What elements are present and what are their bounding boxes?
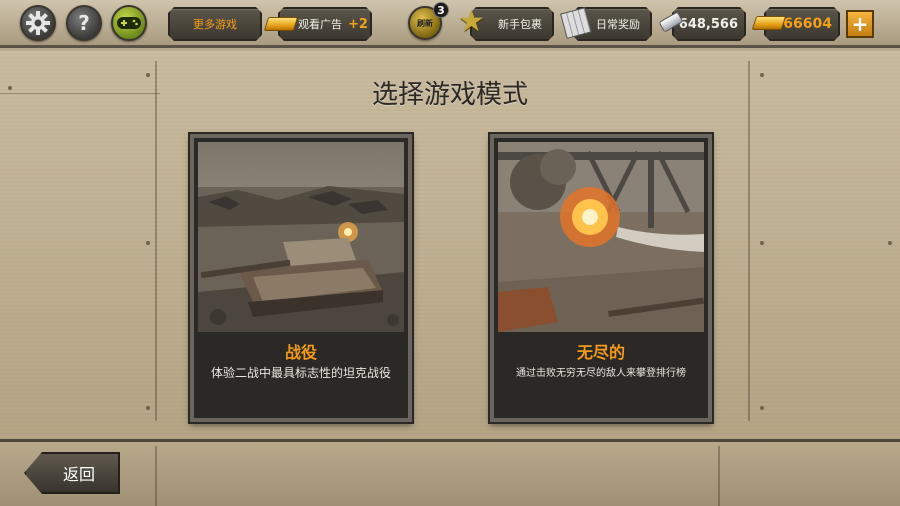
page-title: 选择游戏模式 (371, 80, 528, 110)
gold-bar-icon (263, 17, 299, 31)
watch-ad-bonus: +2 (348, 16, 368, 32)
tank-battlefield-image (198, 142, 404, 332)
rivet (888, 241, 892, 245)
gamepad-button[interactable] (111, 5, 147, 41)
panel-seam (155, 61, 157, 421)
panel-seam (748, 61, 750, 421)
rivet (146, 241, 150, 245)
back-button[interactable]: 返回 (24, 452, 120, 494)
more-games-label: 更多游戏 (193, 18, 237, 31)
gold-amount: 66604 (783, 16, 832, 32)
explosion-battlefield-image (498, 142, 704, 332)
settings-button[interactable] (20, 5, 56, 41)
more-games-button[interactable]: 更多游戏 (168, 7, 262, 41)
star-icon: ★ (458, 4, 485, 39)
bottom-seam (718, 446, 720, 506)
mode-name: 战役 (284, 343, 317, 362)
refresh-count: 3 (437, 3, 445, 17)
silver-amount: 648,566 (678, 16, 738, 32)
refresh-icon: 刷新 (417, 18, 433, 28)
mode-name: 无尽的 (576, 343, 625, 362)
gamepad-icon (117, 17, 141, 29)
bottom-bar (0, 439, 900, 506)
mode-card-campaign[interactable]: 战役 体验二战中最具标志性的坦克战役 (190, 134, 412, 422)
mode-card-endless[interactable]: 无尽的 通过击败无穷无尽的敌人来攀登排行榜 (490, 134, 712, 422)
refresh-count-badge: 3 (433, 2, 449, 18)
add-gold-button[interactable]: + (846, 10, 874, 38)
daily-reward-label: 日常奖励 (596, 18, 640, 31)
mode-description: 通过击败无穷无尽的敌人来攀登排行榜 (516, 368, 686, 379)
watch-ad-label: 观看广告 (298, 18, 342, 31)
back-label: 返回 (62, 465, 95, 484)
rivet (760, 241, 764, 245)
rivet (760, 406, 764, 410)
mode-description: 体验二战中最具标志性的坦克战役 (210, 366, 391, 380)
gear-icon (26, 11, 50, 35)
add-gold-label: + (851, 12, 869, 36)
top-bar: ? 更多游戏 观看广告 +2 刷新 3 新手包裹 ★ 日常奖励 648,566 … (0, 0, 900, 48)
silver-counter: 648,566 (672, 7, 746, 41)
rivet (146, 406, 150, 410)
help-button[interactable]: ? (66, 5, 102, 41)
newbie-pack-label: 新手包裹 (498, 18, 542, 31)
gold-icon (751, 16, 787, 30)
bottom-seam (155, 446, 157, 506)
help-label: ? (78, 11, 90, 35)
